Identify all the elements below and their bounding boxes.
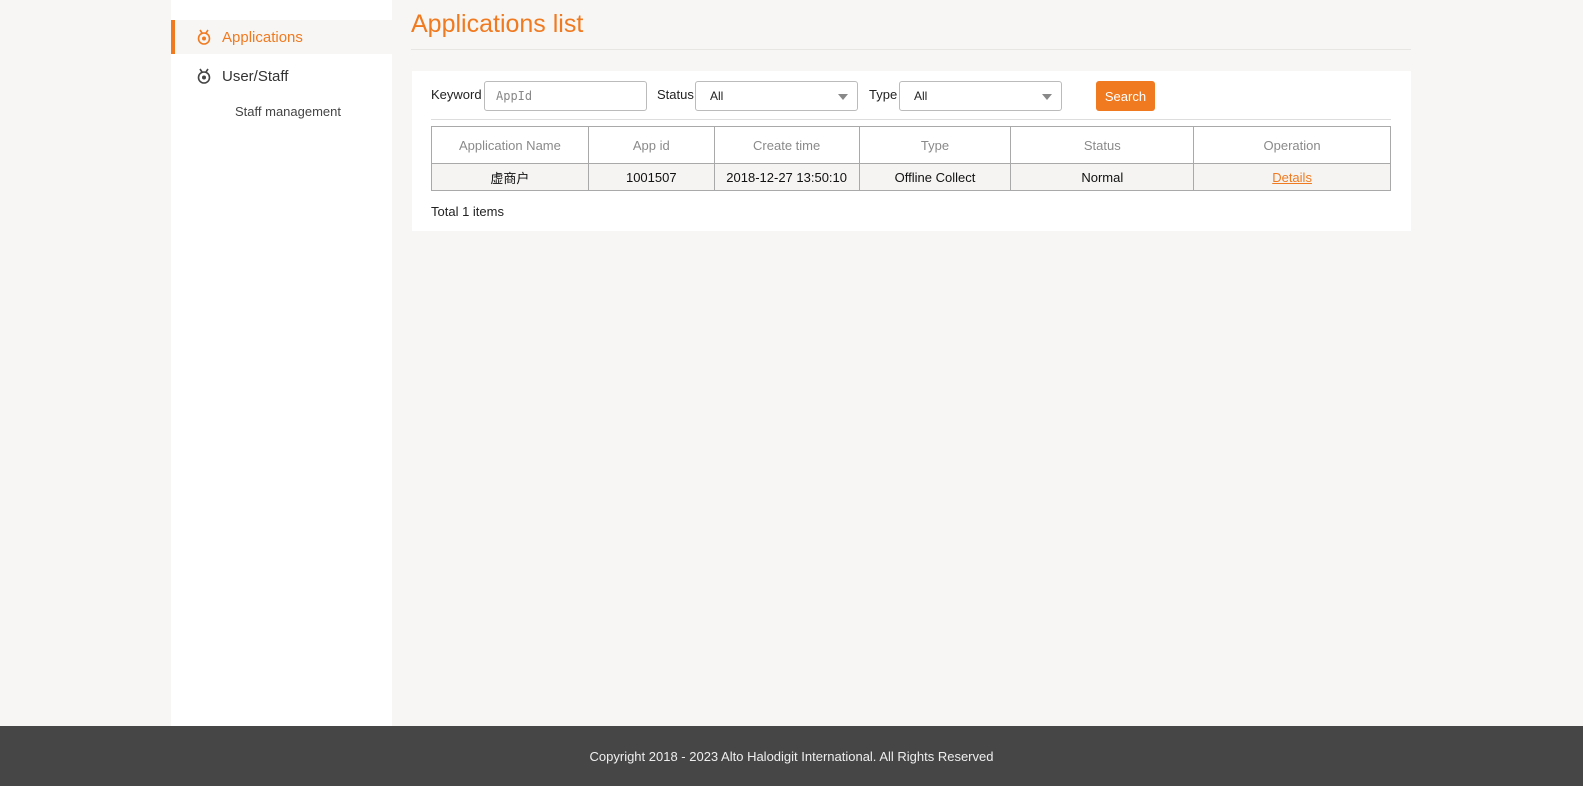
sidebar-item-user-staff[interactable]: User/Staff bbox=[171, 59, 392, 93]
search-button[interactable]: Search bbox=[1096, 81, 1155, 111]
badge-icon bbox=[195, 28, 213, 46]
badge-icon bbox=[195, 67, 213, 85]
cell-application-name: 虚商户 bbox=[431, 163, 589, 191]
cell-create-time: 2018-12-27 13:50:10 bbox=[713, 163, 860, 191]
applications-table: Application Name App id Create time Type… bbox=[431, 126, 1391, 191]
column-header-application-name: Application Name bbox=[431, 126, 589, 164]
column-header-status: Status bbox=[1010, 126, 1195, 164]
column-header-type: Type bbox=[858, 126, 1012, 164]
filter-bar: Keyword Status All Type All Search bbox=[431, 81, 1391, 111]
status-label: Status bbox=[657, 87, 694, 102]
sidebar-subitem-staff-management[interactable]: Staff management bbox=[235, 104, 341, 119]
keyword-input[interactable] bbox=[484, 81, 647, 111]
type-label: Type bbox=[869, 87, 898, 102]
keyword-label: Keyword bbox=[431, 87, 482, 102]
sidebar-item-label: User/Staff bbox=[222, 67, 289, 85]
type-select-value: All bbox=[914, 89, 928, 103]
footer: Copyright 2018 - 2023 Alto Halodigit Int… bbox=[0, 726, 1583, 786]
type-select[interactable]: All bbox=[899, 81, 1062, 111]
details-link[interactable]: Details bbox=[1272, 170, 1312, 185]
copyright-text: Copyright 2018 - 2023 Alto Halodigit Int… bbox=[589, 748, 994, 764]
cell-type: Offline Collect bbox=[858, 163, 1012, 191]
chevron-down-icon bbox=[1042, 94, 1052, 100]
column-header-operation: Operation bbox=[1193, 126, 1391, 164]
cell-status: Normal bbox=[1010, 163, 1195, 191]
sidebar-item-applications[interactable]: Applications bbox=[171, 20, 392, 54]
column-header-app-id: App id bbox=[587, 126, 715, 164]
sidebar: Applications User/Staff Staff management bbox=[171, 0, 392, 726]
total-count: Total 1 items bbox=[431, 204, 504, 219]
status-select-value: All bbox=[710, 89, 724, 103]
panel-divider bbox=[431, 119, 1391, 120]
chevron-down-icon bbox=[838, 94, 848, 100]
cell-operation: Details bbox=[1193, 163, 1391, 191]
status-select[interactable]: All bbox=[695, 81, 858, 111]
table-row: 虚商户 1001507 2018-12-27 13:50:10 Offline … bbox=[431, 163, 1391, 191]
page-title: Applications list bbox=[411, 10, 584, 38]
page: Applications User/Staff Staff management… bbox=[0, 0, 1583, 786]
column-header-create-time: Create time bbox=[713, 126, 860, 164]
table-header-row: Application Name App id Create time Type… bbox=[431, 126, 1391, 164]
sidebar-item-label: Applications bbox=[222, 28, 303, 46]
cell-app-id: 1001507 bbox=[587, 163, 715, 191]
title-divider bbox=[411, 49, 1411, 50]
applications-panel: Keyword Status All Type All Search bbox=[412, 71, 1411, 231]
